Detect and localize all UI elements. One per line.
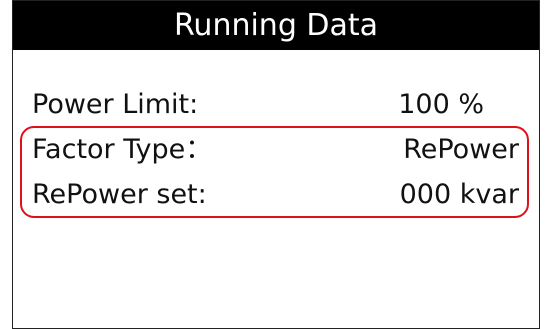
power-limit-label: Power Limit: — [32, 89, 199, 120]
row-power-limit: Power Limit: 100 % — [13, 84, 539, 126]
page-title: Running Data — [13, 1, 539, 50]
power-limit-value: 100 % — [398, 89, 484, 120]
lcd-screen: Running Data Power Limit: 100 % Factor T… — [12, 0, 540, 329]
highlight-box — [20, 126, 529, 218]
